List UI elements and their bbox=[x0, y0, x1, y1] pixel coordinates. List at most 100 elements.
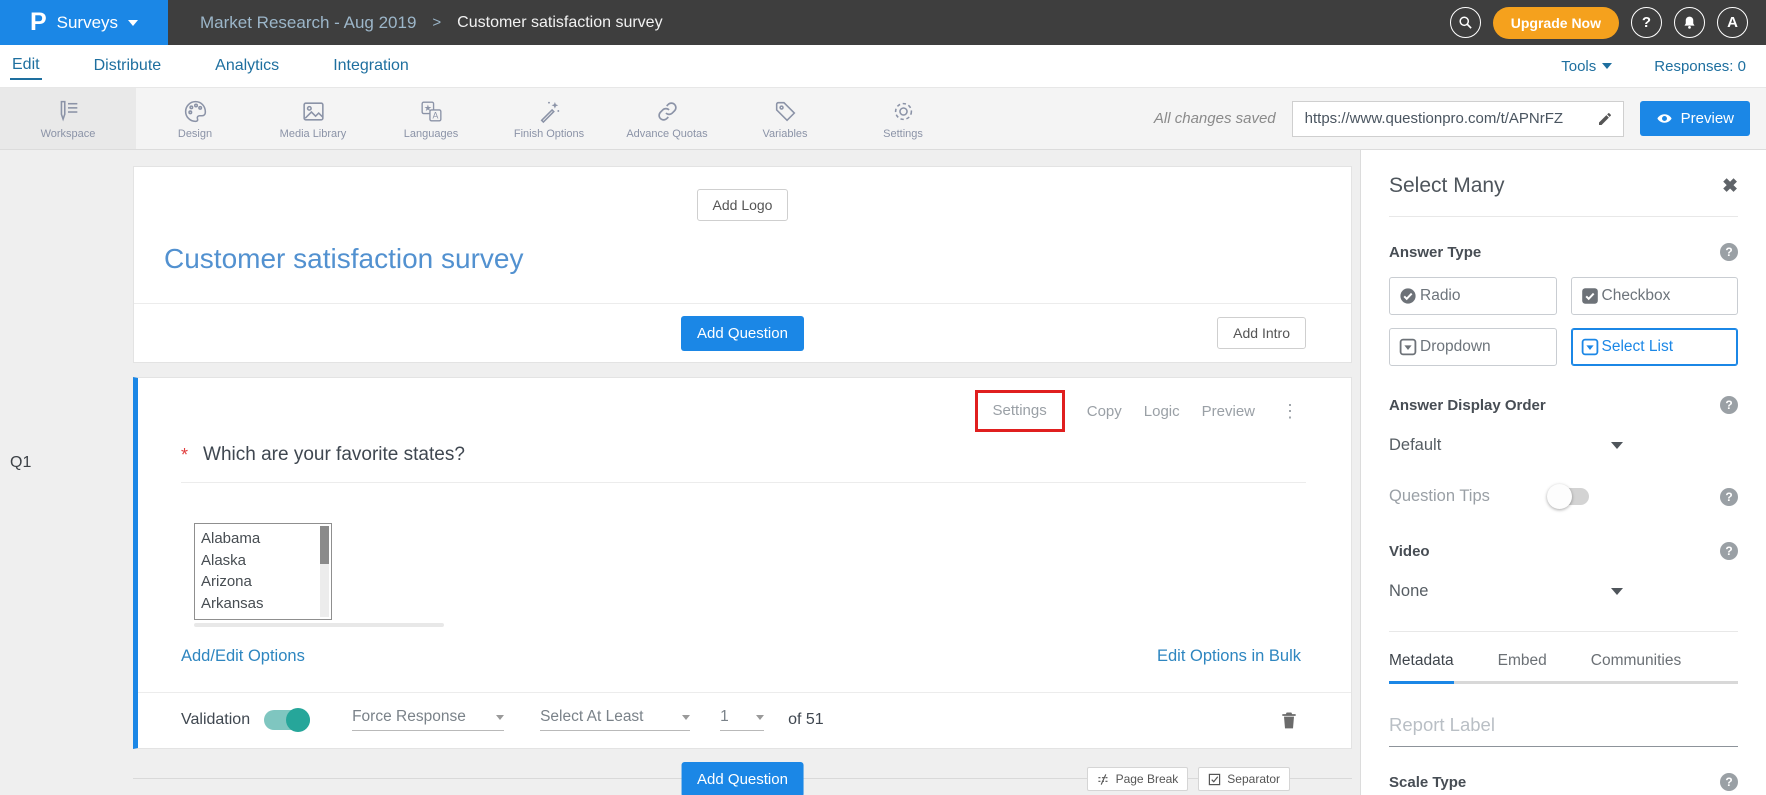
list-option[interactable]: Alaska bbox=[201, 550, 315, 572]
survey-header-card: Add Logo Customer satisfaction survey Ad… bbox=[133, 166, 1352, 363]
edit-toolbar: Workspace Design Media Library ★A Langua… bbox=[0, 87, 1766, 150]
toolbar-item-variables[interactable]: Variables bbox=[726, 88, 844, 149]
select-list-preview[interactable]: Alabama Alaska Arizona Arkansas bbox=[194, 523, 332, 620]
survey-url-text[interactable]: https://www.questionpro.com/t/APNrFZ bbox=[1293, 110, 1587, 127]
toolbar-item-workspace[interactable]: Workspace bbox=[0, 88, 136, 149]
question-tips-toggle[interactable] bbox=[1549, 488, 1589, 505]
breadcrumb: Market Research - Aug 2019 > Customer sa… bbox=[200, 13, 663, 33]
edit-options-in-bulk-link[interactable]: Edit Options in Bulk bbox=[1157, 647, 1301, 666]
add-question-button-bottom[interactable]: Add Question bbox=[681, 762, 804, 795]
separator-button[interactable]: Separator bbox=[1198, 767, 1290, 791]
page-break-icon bbox=[1097, 773, 1110, 786]
scrollbar-track[interactable] bbox=[320, 526, 329, 617]
notifications-button[interactable] bbox=[1674, 7, 1705, 38]
validation-count-dropdown[interactable]: 1 bbox=[720, 708, 764, 731]
video-dropdown[interactable]: None bbox=[1389, 582, 1623, 601]
settings-annotation-box: Settings bbox=[975, 390, 1065, 432]
avatar[interactable]: A bbox=[1717, 7, 1748, 38]
validation-row: Validation Force Response Select At Leas… bbox=[138, 693, 1351, 748]
question-settings-action[interactable]: Settings bbox=[993, 402, 1047, 419]
answer-type-select-list[interactable]: Select List bbox=[1571, 328, 1739, 366]
answer-display-order-dropdown[interactable]: Default bbox=[1389, 436, 1623, 455]
close-icon[interactable]: ✖ bbox=[1722, 175, 1738, 198]
edit-url-button[interactable] bbox=[1587, 102, 1623, 136]
tools-dropdown[interactable]: Tools bbox=[1561, 58, 1612, 75]
toolbar-item-finish-options[interactable]: Finish Options bbox=[490, 88, 608, 149]
tab-distribute[interactable]: Distribute bbox=[92, 53, 164, 79]
answer-type-dropdown[interactable]: Dropdown bbox=[1389, 328, 1557, 366]
caret-down-icon bbox=[756, 715, 764, 720]
help-icon[interactable]: ? bbox=[1720, 243, 1738, 261]
upgrade-now-button[interactable]: Upgrade Now bbox=[1493, 7, 1619, 39]
preview-button[interactable]: Preview bbox=[1640, 101, 1750, 136]
search-button[interactable] bbox=[1450, 7, 1481, 38]
of-total-label: of 51 bbox=[788, 711, 824, 729]
help-button[interactable]: ? bbox=[1631, 7, 1662, 38]
force-response-dropdown[interactable]: Force Response bbox=[352, 708, 504, 731]
tab-embed[interactable]: Embed bbox=[1498, 652, 1547, 681]
tab-communities[interactable]: Communities bbox=[1591, 652, 1681, 681]
delete-question-button[interactable] bbox=[1279, 709, 1299, 731]
questionpro-logo-icon: P bbox=[30, 10, 47, 35]
avatar-letter: A bbox=[1727, 14, 1738, 31]
tab-metadata[interactable]: Metadata bbox=[1389, 652, 1454, 684]
save-status: All changes saved bbox=[1154, 110, 1276, 127]
question-footer-row: Add Question Page Break Separator bbox=[133, 749, 1352, 795]
help-icon[interactable]: ? bbox=[1720, 396, 1738, 414]
tab-integration[interactable]: Integration bbox=[331, 53, 411, 79]
chevron-down-icon bbox=[1602, 63, 1612, 69]
question-number: Q1 bbox=[10, 454, 31, 472]
validation-rule-dropdown[interactable]: Select At Least bbox=[540, 708, 690, 731]
help-icon[interactable]: ? bbox=[1720, 542, 1738, 560]
toolbar-item-settings[interactable]: Settings bbox=[844, 88, 962, 149]
list-option[interactable]: Alabama bbox=[201, 528, 315, 550]
validation-toggle[interactable] bbox=[264, 710, 310, 730]
add-logo-button[interactable]: Add Logo bbox=[697, 189, 789, 221]
toolbar-item-design[interactable]: Design bbox=[136, 88, 254, 149]
help-icon[interactable]: ? bbox=[1720, 773, 1738, 791]
answer-type-radio[interactable]: Radio bbox=[1389, 277, 1557, 315]
question-logic-action[interactable]: Logic bbox=[1144, 403, 1180, 420]
divider bbox=[1389, 631, 1738, 632]
question-copy-action[interactable]: Copy bbox=[1087, 403, 1122, 420]
translate-icon: ★A bbox=[418, 98, 445, 125]
help-icon: ? bbox=[1642, 14, 1651, 31]
list-option[interactable]: Arizona bbox=[201, 571, 315, 593]
add-intro-button[interactable]: Add Intro bbox=[1217, 317, 1306, 349]
question-preview-action[interactable]: Preview bbox=[1202, 403, 1255, 420]
survey-title[interactable]: Customer satisfaction survey bbox=[164, 243, 1351, 275]
panel-title: Select Many bbox=[1389, 174, 1505, 198]
dropdown-square-icon bbox=[1399, 338, 1417, 356]
question-text[interactable]: Which are your favorite states? bbox=[203, 444, 465, 466]
toolbar-item-advance-quotas[interactable]: Advance Quotas bbox=[608, 88, 726, 149]
add-edit-options-link[interactable]: Add/Edit Options bbox=[181, 647, 305, 666]
toolbar-item-languages[interactable]: ★A Languages bbox=[372, 88, 490, 149]
tab-edit[interactable]: Edit bbox=[10, 52, 42, 80]
survey-nav: Edit Distribute Analytics Integration To… bbox=[0, 45, 1766, 87]
report-label-input[interactable]: Report Label bbox=[1389, 714, 1738, 747]
pencil-icon bbox=[1597, 111, 1613, 127]
topbar: P Surveys Market Research - Aug 2019 > C… bbox=[0, 0, 1766, 45]
image-icon bbox=[300, 98, 327, 125]
answer-area: Alabama Alaska Arizona Arkansas bbox=[138, 483, 1351, 627]
answer-type-label: Answer Type bbox=[1389, 244, 1481, 261]
eye-icon bbox=[1656, 110, 1673, 127]
tab-analytics[interactable]: Analytics bbox=[213, 53, 281, 79]
responses-count[interactable]: Responses: 0 bbox=[1654, 58, 1746, 75]
kebab-menu-icon[interactable]: ⋮ bbox=[1277, 401, 1303, 422]
help-icon[interactable]: ? bbox=[1720, 488, 1738, 506]
page-break-button[interactable]: Page Break bbox=[1087, 767, 1189, 791]
add-question-button-top[interactable]: Add Question bbox=[681, 316, 804, 351]
caret-down-icon bbox=[1611, 442, 1623, 449]
scale-type-label: Scale Type bbox=[1389, 774, 1466, 791]
surveys-menu[interactable]: P Surveys bbox=[0, 0, 168, 45]
caret-down-icon bbox=[1611, 588, 1623, 595]
toolbar-item-media-library[interactable]: Media Library bbox=[254, 88, 372, 149]
survey-url-field[interactable]: https://www.questionpro.com/t/APNrFZ bbox=[1292, 101, 1624, 137]
required-marker: * bbox=[181, 444, 188, 466]
breadcrumb-project[interactable]: Market Research - Aug 2019 bbox=[200, 13, 416, 33]
scrollbar-thumb[interactable] bbox=[320, 526, 329, 564]
list-option[interactable]: Arkansas bbox=[201, 593, 315, 615]
answer-type-checkbox[interactable]: Checkbox bbox=[1571, 277, 1739, 315]
magic-wand-icon bbox=[536, 98, 563, 125]
